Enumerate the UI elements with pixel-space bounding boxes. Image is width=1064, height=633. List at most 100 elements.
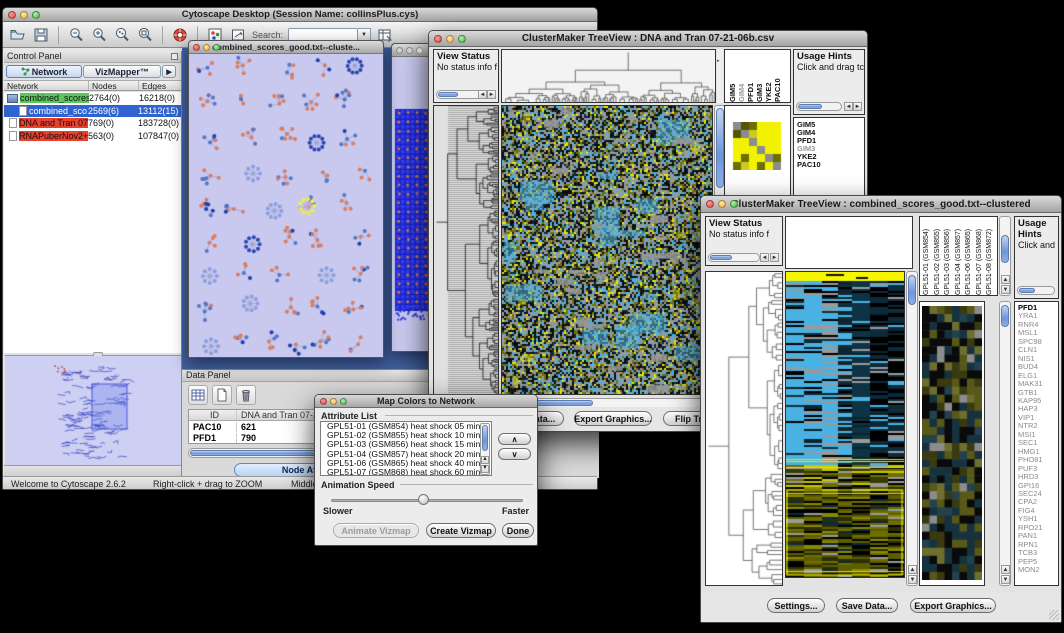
scroll-down-icon[interactable]: ▼ (908, 575, 917, 584)
help-ring-icon[interactable] (171, 26, 189, 44)
array-label[interactable]: GPL51-03 (GSM856) (943, 217, 954, 295)
save-icon[interactable] (32, 26, 50, 44)
close-icon[interactable] (706, 200, 714, 208)
overview-thumbnail-canvas[interactable] (5, 357, 179, 465)
scroll-up-icon[interactable]: ▲ (908, 565, 917, 574)
column-label[interactable]: YKE2 (764, 50, 773, 102)
splitter-handle[interactable] (93, 352, 103, 356)
slider-thumb[interactable] (418, 494, 429, 505)
array-label[interactable]: GPL51-08 (GSM872) (985, 217, 996, 295)
zoom-in-icon[interactable] (90, 26, 108, 44)
zoom-out-icon[interactable] (67, 26, 85, 44)
network-list-row[interactable]: DNA and Tran 07 769(0) 183728(0) (4, 117, 181, 130)
scroll-left-icon[interactable]: ◄ (760, 253, 769, 262)
scroll-left-icon[interactable]: ◄ (478, 90, 487, 99)
scroll-up-icon[interactable]: ▲ (1001, 565, 1010, 574)
network-a-canvas[interactable] (189, 54, 383, 357)
resize-grip[interactable] (1049, 610, 1059, 620)
zoom-selected-icon[interactable] (113, 26, 131, 44)
view-status-hscrollbar[interactable] (708, 253, 760, 262)
gene-label[interactable]: PAC10 (797, 161, 864, 169)
zoom-icon[interactable] (730, 200, 738, 208)
trash-icon[interactable] (236, 385, 256, 405)
scroll-up-icon[interactable]: ▲ (481, 456, 489, 464)
view-status-hscrollbar[interactable] (436, 90, 482, 99)
scroll-down-icon[interactable]: ▼ (481, 465, 489, 473)
open-folder-icon[interactable] (9, 26, 27, 44)
attribute-table-icon[interactable] (188, 385, 208, 405)
zoom-icon[interactable] (213, 44, 220, 51)
float-panel-icon[interactable] (171, 53, 178, 60)
scroll-left-icon[interactable]: ◄ (844, 102, 853, 111)
tab-vizmapper[interactable]: VizMapper™ (83, 65, 161, 78)
network-list-row[interactable]: combined_scores 2764(0) 16218(0) (4, 92, 181, 105)
treeview2-titlebar[interactable]: ClusterMaker TreeView : combined_scores_… (701, 196, 1061, 213)
usage-hints-hscrollbar[interactable] (796, 102, 842, 111)
usage-hints-hscrollbar[interactable] (1017, 286, 1055, 295)
col-edges[interactable]: Edges (139, 81, 181, 90)
network-list-row[interactable]: RNAPuberNov2+ 563(0) 107847(0) (4, 130, 181, 143)
window-controls[interactable] (8, 11, 40, 19)
column-label[interactable]: GIM5 (728, 50, 737, 102)
similarity-matrix-canvas[interactable] (732, 122, 782, 170)
minimize-icon[interactable] (20, 11, 28, 19)
zoom-icon[interactable] (32, 11, 40, 19)
treeview1-gene-dendrogram[interactable] (433, 105, 499, 395)
settings-button[interactable]: Settings... (767, 598, 825, 613)
treeview2-heatmap[interactable] (785, 271, 905, 578)
array-label[interactable]: GPL51-07 (GSM868) (975, 217, 986, 295)
col-nodes[interactable]: Nodes (89, 81, 139, 90)
export-graphics-button[interactable]: Export Graphics... (574, 411, 652, 426)
treeview1-array-dendrogram[interactable] (501, 49, 716, 103)
treeview1-heatmap[interactable] (501, 105, 713, 395)
tab-network[interactable]: Network (6, 65, 82, 78)
minimize-icon[interactable] (446, 35, 454, 43)
col-network[interactable]: Network (4, 81, 89, 90)
close-icon[interactable] (396, 47, 403, 54)
treeview2-zoom-heatmap[interactable] (919, 301, 985, 586)
scroll-up-icon[interactable]: ▲ (1001, 275, 1010, 284)
array-label[interactable]: GPL51-02 (GSM855) (933, 217, 944, 295)
close-icon[interactable] (193, 44, 200, 51)
export-graphics-button[interactable]: Export Graphics... (910, 598, 996, 613)
dialog-titlebar[interactable]: Map Colors to Network (315, 395, 537, 408)
network-overview-panel[interactable] (5, 355, 181, 465)
column-label[interactable]: GIM3 (755, 50, 764, 102)
animate-vizmap-button[interactable]: Animate Vizmap (333, 523, 419, 538)
scroll-right-icon[interactable]: ► (770, 253, 779, 262)
zoom-icon[interactable] (340, 398, 347, 405)
close-icon[interactable] (8, 11, 16, 19)
minimize-icon[interactable] (203, 44, 210, 51)
minimize-icon[interactable] (406, 47, 413, 54)
create-vizmap-button[interactable]: Create Vizmap (426, 523, 496, 538)
scroll-right-icon[interactable]: ► (487, 90, 496, 99)
move-up-button[interactable]: ∧ (498, 433, 531, 445)
move-down-button[interactable]: ∨ (498, 448, 531, 460)
attribute-list-vscrollbar[interactable]: ▲ ▼ (480, 423, 490, 475)
main-titlebar[interactable]: Cytoscape Desktop (Session Name: collins… (3, 8, 597, 22)
done-button[interactable]: Done (502, 523, 534, 538)
attribute-listbox[interactable]: GPL51-01 (GSM854) heat shock 05 minGPL51… (320, 421, 492, 476)
column-labels-vscrollbar[interactable]: ▲ ▼ (999, 216, 1011, 296)
minimize-icon[interactable] (330, 398, 337, 405)
array-label[interactable]: GPL51-04 (GSM857) (954, 217, 965, 295)
array-label[interactable]: GPL51-01 (GSM854) (922, 217, 933, 295)
row-labels-vscrollbar[interactable]: ▲ ▼ (999, 301, 1011, 586)
column-label[interactable]: PFD1 (746, 50, 755, 102)
network-a-titlebar[interactable]: combined_scores_good.txt--cluste... (189, 41, 383, 54)
network-list-row[interactable]: combined_sco 2569(6) 13112(15) (4, 105, 181, 118)
treeview1-titlebar[interactable]: ClusterMaker TreeView : DNA and Tran 07-… (429, 31, 867, 47)
new-document-icon[interactable] (212, 385, 232, 405)
treeview2-gene-dendrogram[interactable] (705, 271, 783, 586)
tab-overflow-arrow[interactable]: ▶ (162, 65, 176, 78)
zoom-fit-icon[interactable] (136, 26, 154, 44)
zoom-icon[interactable] (458, 35, 466, 43)
zoom-icon[interactable] (416, 47, 423, 54)
treeview2-array-dendrogram[interactable] (785, 216, 913, 269)
minimize-icon[interactable] (718, 200, 726, 208)
column-label[interactable]: GIM4 (737, 50, 746, 102)
gene-label[interactable]: MON2 (1018, 566, 1058, 574)
close-icon[interactable] (320, 398, 327, 405)
treeview2-heatmap-vscrollbar[interactable]: ▲ ▼ (906, 271, 918, 586)
scroll-right-icon[interactable]: ► (853, 102, 862, 111)
